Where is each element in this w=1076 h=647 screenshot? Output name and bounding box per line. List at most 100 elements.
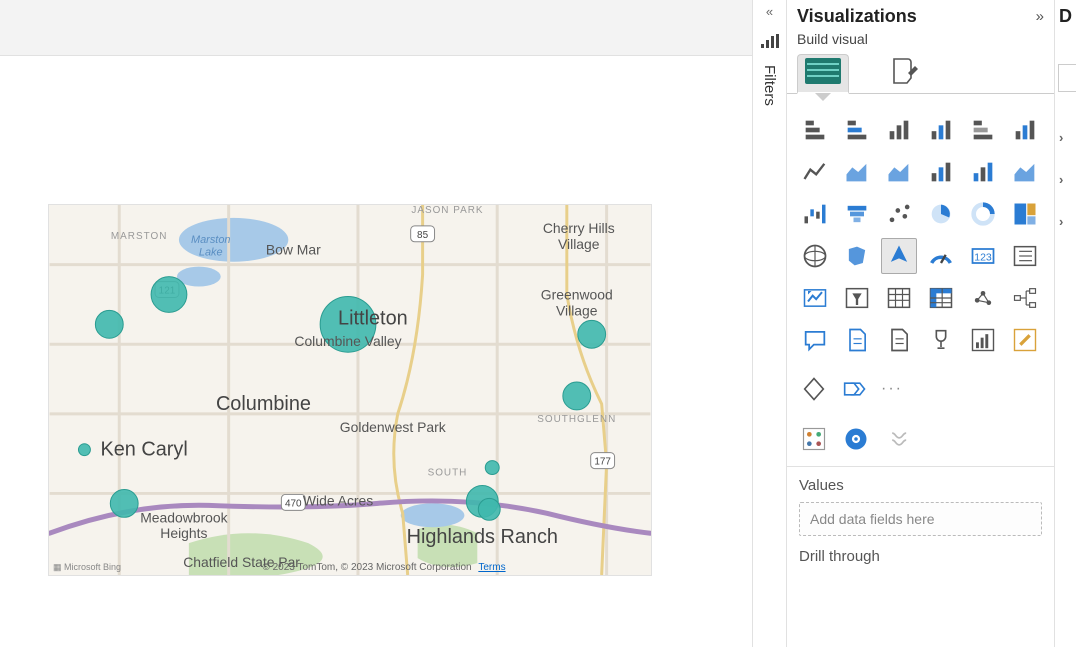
drill-through-section: Drill through: [787, 546, 1054, 583]
visualizations-collapse-chevron[interactable]: »: [1036, 8, 1044, 25]
custom-visuals-row: [787, 416, 1054, 466]
custom-visual-get[interactable]: [881, 422, 915, 456]
visualizations-title: Visualizations: [797, 6, 917, 27]
data-pane-search-sliver[interactable]: [1058, 64, 1076, 92]
route-shield: 85: [411, 226, 435, 242]
filters-pane-collapsed: « Filters: [752, 0, 786, 647]
map-place-label: SOUTH: [428, 468, 468, 479]
visual-type-matrix[interactable]: [923, 280, 959, 316]
visual-type-python-visual[interactable]: [1007, 280, 1043, 316]
drill-through-title: Drill through: [799, 548, 1042, 565]
ribbon-placeholder: [0, 0, 752, 56]
route-shield: 177: [591, 453, 615, 469]
visual-type-100pct-stacked-column[interactable]: [1007, 112, 1043, 148]
visual-type-slicer[interactable]: [839, 280, 875, 316]
build-visual-tab[interactable]: [797, 54, 849, 94]
map-place-label: Bow Mar: [266, 242, 321, 258]
custom-visual-2[interactable]: [839, 422, 873, 456]
map-place-label: Goldenwest Park: [340, 419, 446, 435]
map-data-bubble[interactable]: [478, 498, 500, 520]
visual-type-power-apps[interactable]: [797, 372, 831, 406]
values-field-well-section: Values Add data fields here: [787, 466, 1054, 546]
visualizations-subtitle: Build visual: [787, 31, 1054, 53]
map-data-bubble[interactable]: [563, 382, 591, 410]
route-shield: 470: [281, 494, 305, 510]
visual-type-table[interactable]: [881, 280, 917, 316]
data-pane-initial: D: [1059, 6, 1072, 26]
filters-label[interactable]: Filters: [761, 53, 778, 106]
visual-type-clustered-bar-chart[interactable]: [839, 112, 875, 148]
visual-type-clustered-column-chart[interactable]: [923, 112, 959, 148]
map-place-label: Littleton: [338, 307, 408, 329]
map-place-label: Wide Acres: [303, 492, 373, 508]
visual-type-line-clustered-column[interactable]: [923, 154, 959, 190]
values-field-well[interactable]: Add data fields here: [799, 502, 1042, 536]
visual-type-arcgis[interactable]: [1007, 322, 1043, 358]
map-terms-link[interactable]: Terms: [478, 562, 505, 573]
visualizations-pane: Visualizations » Build visual 123 ··· Va…: [786, 0, 1054, 647]
visual-type-donut-chart[interactable]: [965, 196, 1001, 232]
visual-type-power-automate[interactable]: [837, 372, 871, 406]
svg-text:123: 123: [974, 252, 992, 264]
visual-type-line-chart[interactable]: [797, 154, 833, 190]
map-place-label: Columbine Valley: [294, 333, 401, 349]
map-data-bubble[interactable]: [110, 489, 138, 517]
visual-type-stacked-area-chart[interactable]: [881, 154, 917, 190]
visual-type-stacked-bar-chart[interactable]: [797, 112, 833, 148]
map-place-label: JASON PARK: [411, 205, 483, 216]
visual-type-filled-map[interactable]: [839, 238, 875, 274]
report-canvas[interactable]: 85121470177 MARSTONMarstonLakeBow MarJAS…: [0, 56, 752, 647]
visual-type-qna[interactable]: [797, 322, 833, 358]
map-data-bubble[interactable]: [578, 320, 606, 348]
visual-type-waterfall-chart[interactable]: [797, 196, 833, 232]
visual-gallery-extra-row: ···: [787, 368, 1054, 416]
visual-type-treemap[interactable]: [1007, 196, 1043, 232]
map-data-bubble[interactable]: [95, 310, 123, 338]
visual-type-multi-row-card[interactable]: [1007, 238, 1043, 274]
visual-type-ribbon-chart[interactable]: [1007, 154, 1043, 190]
visual-type-100pct-stacked-bar[interactable]: [965, 112, 1001, 148]
map-place-label: Highlands Ranch: [407, 526, 558, 548]
build-visual-icon: [805, 58, 841, 89]
custom-visual-1[interactable]: [797, 422, 831, 456]
visual-type-card[interactable]: 123: [965, 238, 1001, 274]
visual-type-scatter-chart[interactable]: [881, 196, 917, 232]
map-data-bubble[interactable]: [151, 277, 187, 313]
visual-type-paginated-report[interactable]: [881, 322, 917, 358]
map-copyright: © 2023 TomTom, © 2023 Microsoft Corporat…: [262, 562, 471, 573]
map-place-label: Ken Caryl: [100, 439, 187, 461]
format-visual-icon: [890, 56, 920, 91]
map-place-label: MARSTON: [111, 231, 167, 242]
map-place-label: SOUTHGLENN: [537, 414, 616, 425]
visual-type-area-chart[interactable]: [839, 154, 875, 190]
data-pane-sliver: D › › ›: [1054, 0, 1076, 647]
map-data-bubble[interactable]: [78, 444, 90, 456]
visual-type-r-visual[interactable]: [965, 280, 1001, 316]
visual-type-map[interactable]: [797, 238, 833, 274]
visual-type-key-influencers[interactable]: [923, 322, 959, 358]
data-chevron-2[interactable]: ›: [1059, 172, 1063, 187]
visual-type-smart-narrative[interactable]: [839, 322, 875, 358]
values-well-title: Values: [799, 477, 1042, 494]
visual-type-gauge[interactable]: [923, 238, 959, 274]
filters-expand-chevron[interactable]: «: [753, 0, 786, 26]
visual-type-kpi[interactable]: [797, 280, 833, 316]
visual-gallery-more[interactable]: ···: [877, 380, 907, 398]
visual-type-funnel-chart[interactable]: [839, 196, 875, 232]
visual-type-azure-map[interactable]: [881, 238, 917, 274]
format-visual-tab[interactable]: [879, 53, 931, 93]
svg-text:470: 470: [285, 498, 302, 509]
visual-type-stacked-column-chart[interactable]: [881, 112, 917, 148]
visual-type-decomposition-tree[interactable]: [965, 322, 1001, 358]
visual-type-line-stacked-column[interactable]: [965, 154, 1001, 190]
map-attribution: ▦ Microsoft Bing © 2023 TomTom, © 2023 M…: [49, 559, 651, 575]
data-chevron-3[interactable]: ›: [1059, 214, 1063, 229]
visual-gallery: 123: [787, 94, 1054, 368]
map-data-bubble[interactable]: [485, 461, 499, 475]
filters-icon: [753, 26, 786, 53]
visual-type-pie-chart[interactable]: [923, 196, 959, 232]
data-chevron-1[interactable]: ›: [1059, 130, 1063, 145]
map-visual[interactable]: 85121470177 MARSTONMarstonLakeBow MarJAS…: [48, 204, 652, 576]
map-svg: 85121470177 MARSTONMarstonLakeBow MarJAS…: [49, 205, 651, 575]
bing-logo: ▦ Microsoft Bing: [53, 562, 121, 573]
